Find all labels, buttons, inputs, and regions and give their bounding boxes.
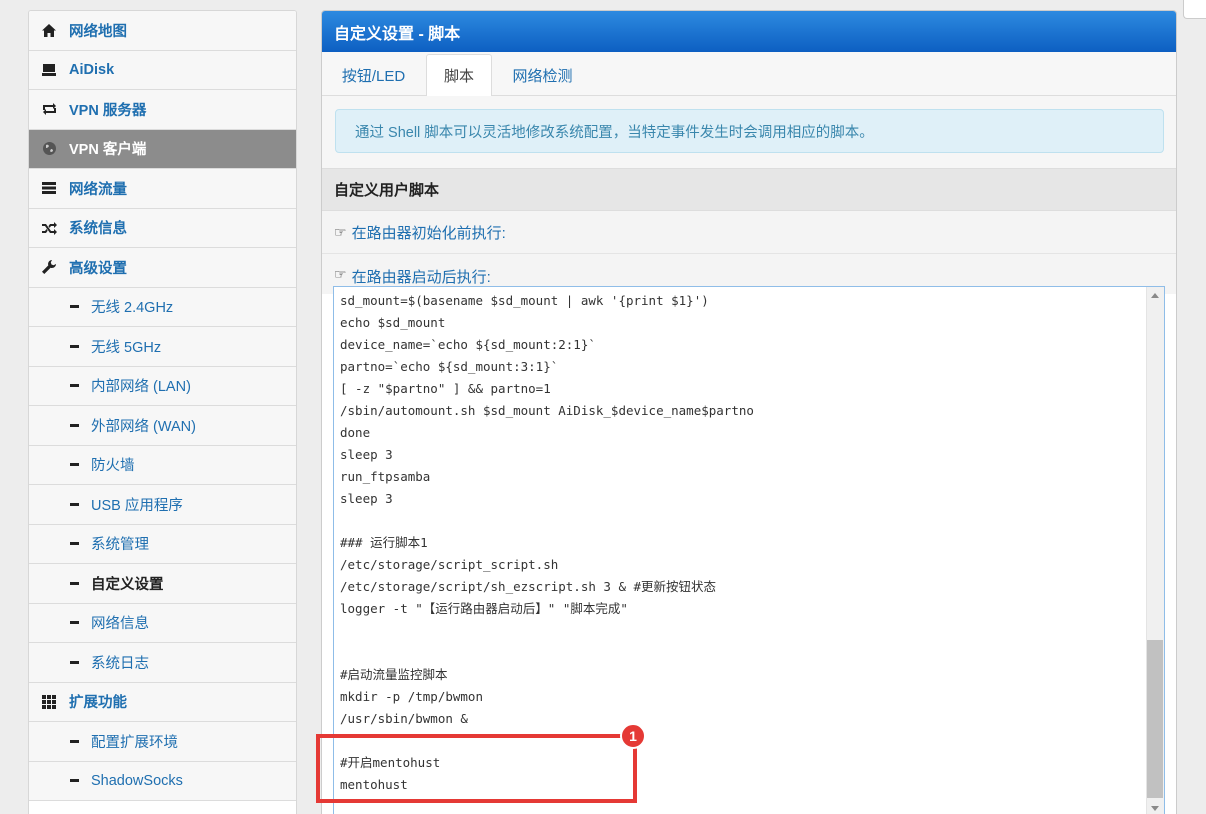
- sidebar-subitem-firewall[interactable]: 防火墙: [29, 445, 296, 485]
- row-label: 在路由器启动后执行:: [351, 269, 491, 286]
- vpn-server-icon: [29, 102, 69, 116]
- sidebar-item-label: 扩展功能: [69, 695, 127, 712]
- dash-icon: [29, 305, 91, 309]
- sidebar-subitem-wireless-24[interactable]: 无线 2.4GHz: [29, 287, 296, 327]
- scrollbar[interactable]: [1146, 287, 1164, 814]
- sidebar-item-label: AiDisk: [69, 61, 115, 78]
- tab-script[interactable]: 脚本: [426, 54, 492, 97]
- sidebar-subitem-wireless-5[interactable]: 无线 5GHz: [29, 327, 296, 367]
- row-label: 在路由器初始化前执行:: [351, 224, 506, 242]
- dash-icon: [29, 779, 91, 783]
- sidebar-subitem-shadowsocks[interactable]: ShadowSocks: [29, 761, 296, 801]
- panel-title: 自定义设置 - 脚本: [322, 11, 1176, 52]
- sidebar-item-vpn-client[interactable]: VPN 客户端: [29, 129, 296, 169]
- sidebar-subitem-config-ext-env[interactable]: 配置扩展环境: [29, 722, 296, 762]
- disk-icon: [29, 63, 69, 77]
- sidebar-item-extensions[interactable]: 扩展功能: [29, 682, 296, 722]
- section-title: 自定义用户脚本: [322, 168, 1176, 211]
- dash-icon: [29, 423, 91, 427]
- sidebar-item-network-map[interactable]: 网络地图: [29, 11, 296, 51]
- dash-icon: [29, 660, 91, 664]
- hand-pointer-icon: ☞: [334, 266, 347, 282]
- home-icon: [29, 23, 69, 38]
- sidebar-item-vpn-server[interactable]: VPN 服务器: [29, 90, 296, 130]
- sidebar-subitem-custom-settings[interactable]: 自定义设置: [29, 564, 296, 604]
- sidebar-subitem-network-info[interactable]: 网络信息: [29, 603, 296, 643]
- corner-widget: [1183, 0, 1206, 19]
- dash-icon: [29, 344, 91, 348]
- sidebar-item-system-info[interactable]: 系统信息: [29, 208, 296, 248]
- grid-icon: [29, 694, 69, 709]
- hand-pointer-icon: ☞: [334, 223, 347, 240]
- sidebar-item-label: VPN 客户端: [69, 142, 147, 159]
- dash-icon: [29, 502, 91, 506]
- info-alert: 通过 Shell 脚本可以灵活地修改系统配置，当特定事件发生时会调用相应的脚本。: [335, 109, 1164, 153]
- dash-icon: [29, 542, 91, 546]
- sidebar-item-label: 系统信息: [69, 221, 127, 238]
- tab-bar: 按钮/LED 脚本 网络检测: [322, 52, 1176, 97]
- sidebar-subitem-system-admin[interactable]: 系统管理: [29, 524, 296, 564]
- sidebar-subitem-label: 网络信息: [91, 616, 149, 633]
- traffic-icon: [29, 181, 69, 195]
- sidebar-subitem-label: ShadowSocks: [91, 772, 183, 789]
- sidebar-item-label: 高级设置: [69, 260, 127, 277]
- sidebar-subitem-label: 自定义设置: [91, 576, 164, 593]
- sidebar-subitem-lan[interactable]: 内部网络 (LAN): [29, 366, 296, 406]
- sidebar-subitem-label: 无线 2.4GHz: [91, 300, 174, 317]
- sidebar-item-label: VPN 服务器: [69, 102, 147, 119]
- scroll-up-arrow-icon[interactable]: [1151, 293, 1159, 298]
- row-before-init[interactable]: ☞ 在路由器初始化前执行:: [322, 211, 1176, 254]
- sidebar-subitem-label: USB 应用程序: [91, 497, 183, 514]
- dash-icon: [29, 739, 91, 743]
- sidebar-item-aidisk[interactable]: AiDisk: [29, 50, 296, 90]
- annotation-badge: 1: [620, 723, 646, 749]
- sidebar-subitem-label: 外部网络 (WAN): [91, 418, 196, 435]
- shuffle-icon: [29, 221, 69, 235]
- main-panel: 自定义设置 - 脚本 按钮/LED 脚本 网络检测 通过 Shell 脚本可以灵…: [321, 10, 1177, 814]
- script-code: sd_mount=$(basename $sd_mount | awk '{pr…: [340, 293, 754, 792]
- sidebar: 网络地图 AiDisk VPN 服务器 VPN 客户端 网络流量 系统信息 高级…: [28, 10, 297, 814]
- dash-icon: [29, 384, 91, 388]
- tab-network-check[interactable]: 网络检测: [500, 54, 585, 96]
- sidebar-subitem-usb-apps[interactable]: USB 应用程序: [29, 485, 296, 525]
- sidebar-item-label: 网络地图: [69, 23, 127, 40]
- globe-icon: [29, 141, 69, 156]
- dash-icon: [29, 463, 91, 467]
- sidebar-subitem-label: 内部网络 (LAN): [91, 379, 191, 396]
- sidebar-subitem-label: 系统管理: [91, 537, 149, 554]
- dash-icon: [29, 621, 91, 625]
- sidebar-item-advanced-settings[interactable]: 高级设置: [29, 248, 296, 288]
- dash-icon: [29, 581, 91, 585]
- sidebar-item-traffic[interactable]: 网络流量: [29, 169, 296, 209]
- scroll-thumb[interactable]: [1147, 640, 1163, 798]
- sidebar-item-label: 网络流量: [69, 181, 127, 198]
- sidebar-subitem-system-log[interactable]: 系统日志: [29, 643, 296, 683]
- sidebar-subitem-wan[interactable]: 外部网络 (WAN): [29, 406, 296, 446]
- tab-buttons-led[interactable]: 按钮/LED: [328, 54, 419, 96]
- highlight-box: [316, 734, 637, 803]
- sidebar-subitem-label: 系统日志: [91, 655, 149, 672]
- wrench-icon: [29, 259, 69, 275]
- info-area: 通过 Shell 脚本可以灵活地修改系统配置，当特定事件发生时会调用相应的脚本。: [322, 96, 1176, 168]
- sidebar-subitem-label: 防火墙: [91, 458, 135, 475]
- scroll-down-arrow-icon[interactable]: [1151, 806, 1159, 811]
- sidebar-subitem-label: 无线 5GHz: [91, 339, 162, 356]
- sidebar-subitem-label: 配置扩展环境: [91, 734, 178, 751]
